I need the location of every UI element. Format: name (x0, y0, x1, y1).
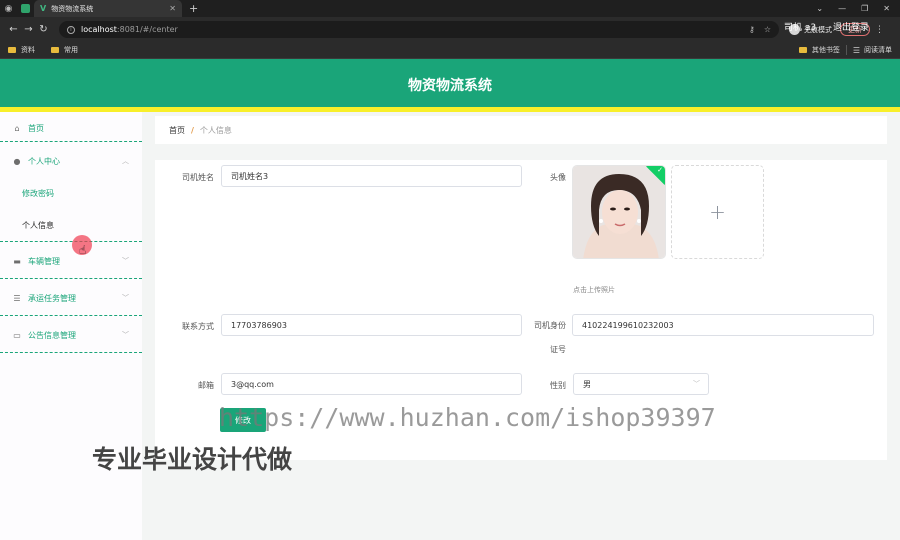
close-window-icon[interactable]: ✕ (883, 4, 890, 13)
sidebar-divider (0, 141, 142, 142)
tab-search-icon[interactable]: ⌄ (816, 4, 823, 13)
sidebar-item-label: 承运任务管理 (28, 293, 76, 303)
breadcrumb-separator: / (191, 125, 194, 135)
upload-button[interactable]: + (671, 165, 764, 259)
back-icon[interactable]: ← (6, 24, 21, 35)
hand-cursor-icon: ☝ (79, 243, 87, 257)
app-header: 物资物流系统 (0, 59, 900, 107)
folder-icon (798, 47, 807, 53)
folder-icon (8, 47, 16, 53)
bookmarks-bar: 资料 常用 其他书签 ☰ 阅读清单 (0, 42, 900, 59)
vue-logo-icon: V (40, 4, 47, 13)
chevron-down-icon: ﹀ (693, 380, 700, 388)
email-input[interactable]: 3@qq.com (221, 373, 522, 395)
window-controls: ⌄ — ❐ ✕ (816, 4, 900, 13)
phone-input[interactable]: 17703786903 (221, 314, 522, 336)
reading-list[interactable]: ☰ 阅读清单 (853, 45, 892, 55)
promo-text: 专业毕业设计代做 (92, 445, 293, 474)
avatar-label: 头像 (550, 173, 566, 182)
reload-icon[interactable]: ↻ (36, 24, 51, 35)
phone-label: 联系方式 (182, 322, 214, 331)
chevron-up-icon: ︿ (122, 157, 129, 165)
menu-icon[interactable]: ⋮ (875, 25, 884, 35)
chevron-down-icon: ﹀ (122, 257, 129, 265)
watermark-text: https://www.huzhan.com/ishop39397 (219, 403, 716, 432)
sidebar-item-home[interactable]: ⌂ 首页 (0, 112, 142, 144)
forward-icon[interactable]: → (21, 24, 36, 35)
close-tab-icon[interactable]: ✕ (169, 4, 176, 13)
check-icon: ✓ (657, 166, 663, 174)
sidebar-item-label: 首页 (28, 123, 44, 133)
sidebar-item-task-management[interactable]: ☰ 承运任务管理 ﹀ (0, 282, 142, 314)
url-path: :8081/#/center (116, 25, 178, 34)
sidebar-divider (0, 315, 142, 316)
bookmark-divider (845, 45, 847, 55)
sidebar-item-label: 公告信息管理 (28, 330, 76, 340)
breadcrumb-current: 个人信息 (199, 125, 232, 135)
email-label: 邮箱 (198, 381, 214, 390)
sidebar-divider (0, 278, 142, 279)
avatar-portrait (573, 166, 665, 258)
key-icon[interactable]: ⚷ (749, 25, 755, 34)
chevron-down-icon: ﹀ (122, 331, 129, 339)
address-bar-row: ← → ↻ i localhost :8081/#/center ⚷ ☆ 无痕模… (0, 17, 900, 42)
gender-select[interactable]: 男 ﹀ (573, 373, 709, 395)
globe-icon[interactable]: ◉ (0, 0, 17, 17)
sidebar-divider (0, 352, 142, 353)
reading-list-icon: ☰ (852, 45, 860, 55)
sidebar-divider (0, 241, 142, 242)
folder-icon (51, 47, 59, 53)
breadcrumb-home[interactable]: 首页 (169, 125, 185, 136)
other-bookmarks[interactable]: 其他书签 (798, 45, 840, 55)
url-host: localhost (81, 25, 117, 34)
bookmark-label: 资料 (21, 46, 35, 54)
chevron-down-icon: ﹀ (122, 294, 129, 302)
sidebar-item-personal-center[interactable]: ● 个人中心 ︿ (0, 145, 142, 177)
sidebar-subitem-change-password[interactable]: 修改密码 (22, 188, 54, 199)
gender-label: 性别 (550, 381, 566, 390)
idcard-label-line2: 证号 (550, 345, 566, 354)
restore-icon[interactable]: ❐ (861, 4, 868, 13)
home-icon: ⌂ (14, 123, 20, 133)
bookmark-folder[interactable]: 常用 (51, 45, 78, 55)
avatar-image[interactable]: ✓ (572, 165, 666, 259)
url-input[interactable]: i localhost :8081/#/center ⚷ ☆ (59, 21, 779, 38)
message-icon: ▭ (13, 330, 21, 340)
logout-button[interactable]: 退出登录 (833, 20, 869, 33)
new-tab-button[interactable]: + (189, 2, 198, 15)
sidebar-item-label: 车辆管理 (28, 256, 60, 266)
list-icon: ☰ (13, 293, 21, 303)
bookmark-star-icon[interactable]: ☆ (764, 25, 771, 34)
user-icon: ● (13, 156, 21, 166)
sidebar-item-notice-management[interactable]: ▭ 公告信息管理 ﹀ (0, 319, 142, 351)
sidebar-item-vehicle-management[interactable]: ▬ 车辆管理 ﹀ (0, 245, 142, 277)
minimize-icon[interactable]: — (838, 4, 846, 13)
name-label: 司机姓名 (182, 173, 214, 182)
browser-tab-active[interactable]: V 物资物流系统 ✕ (34, 0, 182, 17)
current-user-label: 司机 a3 (784, 23, 817, 33)
bookmark-label: 阅读清单 (864, 46, 892, 54)
name-input[interactable]: 司机姓名3 (221, 165, 522, 187)
breadcrumb: 首页 / 个人信息 (155, 116, 887, 144)
upload-hint: 点击上传照片 (573, 286, 615, 294)
monitor-icon: ▬ (13, 256, 21, 266)
site-info-icon[interactable]: i (67, 25, 75, 34)
idcard-label-line1: 司机身份 (534, 321, 566, 330)
browser-tab-bar: ◉ V 物资物流系统 ✕ + ⌄ — ❐ ✕ (0, 0, 900, 17)
app-title: 物资物流系统 (408, 78, 492, 94)
sidebar-subitem-personal-info[interactable]: 个人信息 (22, 220, 54, 231)
sidebar-item-label: 个人中心 (28, 156, 60, 166)
gender-select-value: 男 (583, 379, 591, 389)
pinned-tab-icon[interactable] (17, 0, 34, 17)
idcard-input[interactable]: 410224199610232003 (572, 314, 874, 336)
bookmark-label: 其他书签 (811, 46, 840, 54)
tab-title: 物资物流系统 (51, 4, 94, 13)
bookmark-folder[interactable]: 资料 (8, 45, 35, 55)
bookmark-label: 常用 (64, 46, 78, 54)
